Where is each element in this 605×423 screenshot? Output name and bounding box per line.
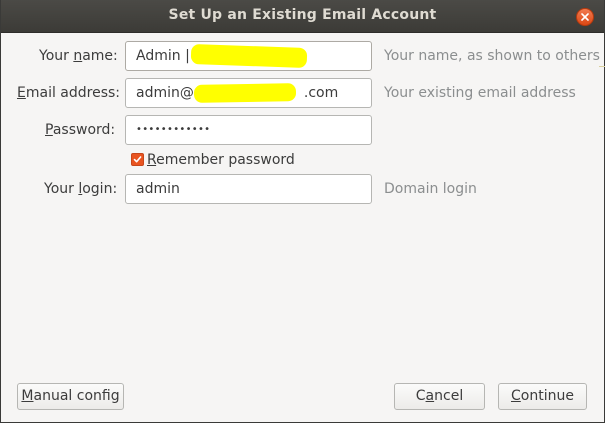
login-field[interactable]: admin [125,174,372,204]
remember-password-label[interactable]: Remember password [147,152,295,168]
email-hint: Your existing email address [384,85,576,101]
login-hint: Domain login [384,181,477,197]
title-bar[interactable]: Set Up an Existing Email Account [1,0,604,33]
manual-config-button[interactable]: Manual config [17,383,124,410]
close-button[interactable] [576,8,594,26]
name-hint: Your name, as shown to others [384,48,600,64]
redaction-mark [190,43,308,69]
divider [599,66,605,67]
checkmark-icon [133,156,142,163]
redaction-mark [193,83,297,103]
dialog-title: Set Up an Existing Email Account [168,7,437,23]
remember-password-checkbox[interactable] [131,153,144,166]
login-label: Your login: [44,181,118,197]
cancel-button[interactable]: Cancel [394,383,485,410]
dialog-window: Set Up an Existing Email Account Your na… [0,0,605,423]
close-icon [581,13,589,21]
password-label: Password: [45,122,116,138]
name-label: Your name: [39,48,118,64]
continue-button[interactable]: Continue [498,383,587,410]
password-field[interactable]: •••••••••••• [125,115,372,145]
email-label: Email address: [17,85,121,101]
